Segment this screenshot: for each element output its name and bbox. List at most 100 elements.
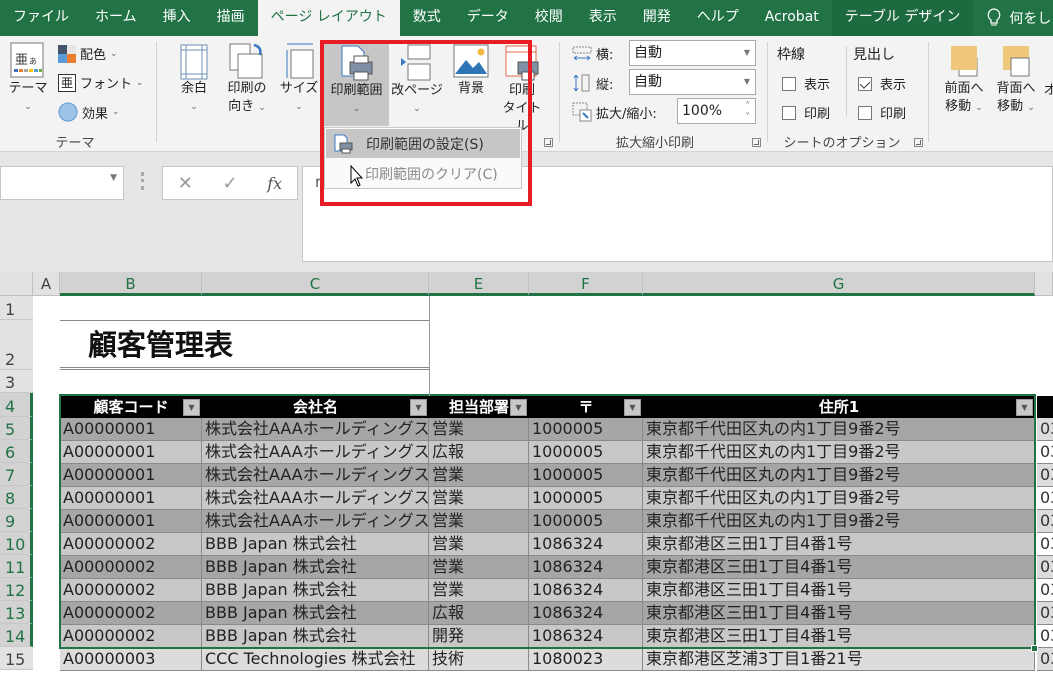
width-select[interactable]: 自動 ▼	[629, 40, 756, 66]
row-header[interactable]: 10	[0, 532, 33, 555]
orientation-button[interactable]: 印刷の 向き ⌄	[222, 42, 272, 117]
row-header[interactable]: 3	[0, 370, 33, 393]
table-cell[interactable]: BBB Japan 株式会社	[202, 533, 429, 556]
table-header-cell[interactable]: 会社名 ▼	[202, 396, 429, 419]
table-cell[interactable]: 03	[1037, 556, 1053, 579]
bring-forward-button[interactable]: 前面へ 移動 ⌄	[940, 44, 988, 117]
drag-handle-icon[interactable]	[141, 172, 144, 190]
row-header[interactable]: 1	[0, 296, 33, 320]
column-header[interactable]	[1035, 272, 1053, 296]
table-cell[interactable]: 1086324	[529, 579, 643, 602]
column-header[interactable]: A	[33, 272, 60, 296]
table-cell[interactable]: A00000001	[60, 487, 202, 510]
ribbon-tab[interactable]: 数式	[400, 0, 454, 36]
fonts-button[interactable]: 亜 フォント ⌄	[58, 73, 144, 92]
send-backward-button[interactable]: 背面へ 移動 ⌄	[992, 44, 1040, 117]
column-header[interactable]: G	[643, 272, 1035, 296]
table-cell[interactable]: 1000005	[529, 464, 643, 487]
filter-dropdown-icon[interactable]: ▼	[510, 399, 527, 416]
row-header[interactable]: 11	[0, 555, 33, 578]
ribbon-tab[interactable]: 描画	[204, 0, 258, 36]
table-cell[interactable]: 開発	[429, 625, 529, 648]
table-cell[interactable]: 1000005	[529, 510, 643, 533]
print-titles-button[interactable]: 印刷 タイトル	[498, 44, 546, 136]
table-cell[interactable]: 東京都千代田区丸の内1丁目9番2号	[643, 487, 1035, 510]
table-cell[interactable]: CCC Technologies 株式会社	[202, 648, 429, 671]
checkbox-icon[interactable]	[858, 105, 872, 120]
set-print-area-menu-item[interactable]: 印刷範囲の設定(S)	[326, 129, 520, 158]
ribbon-tab[interactable]: Acrobat	[752, 0, 832, 36]
table-cell[interactable]: 営業	[429, 464, 529, 487]
table-header-cell[interactable]: 〒 ▼	[529, 396, 643, 419]
table-cell[interactable]: 1000005	[529, 418, 643, 441]
breaks-button[interactable]: 改ページ ⌄	[390, 44, 444, 118]
table-cell[interactable]: 03	[1037, 579, 1053, 602]
margins-button[interactable]: 余白 ⌄	[172, 44, 216, 116]
row-header[interactable]: 5	[0, 417, 33, 440]
table-cell[interactable]: BBB Japan 株式会社	[202, 625, 429, 648]
themes-button[interactable]: 亜あ テーマ ⌄	[8, 42, 48, 116]
page-setup-launcher-icon[interactable]	[544, 138, 553, 147]
table-cell[interactable]: 1000005	[529, 487, 643, 510]
table-cell[interactable]: 広報	[429, 602, 529, 625]
table-cell[interactable]: 営業	[429, 418, 529, 441]
table-cell[interactable]: 営業	[429, 510, 529, 533]
table-cell[interactable]: 営業	[429, 533, 529, 556]
table-cell[interactable]: A00000001	[60, 441, 202, 464]
table-cell[interactable]: 03	[1037, 602, 1053, 625]
table-cell[interactable]: 東京都千代田区丸の内1丁目9番2号	[643, 510, 1035, 533]
ribbon-tab[interactable]: ページ レイアウト	[257, 0, 400, 36]
gridlines-print-checkbox[interactable]: 印刷	[782, 103, 830, 122]
table-cell[interactable]: 株式会社AAAホールディングス	[202, 487, 429, 510]
table-cell[interactable]: A00000002	[60, 579, 202, 602]
table-cell[interactable]: 03	[1037, 648, 1053, 671]
sheet-title[interactable]: 顧客管理表	[60, 320, 429, 370]
table-cell[interactable]: 東京都港区三田1丁目4番1号	[643, 533, 1035, 556]
row-header[interactable]: 9	[0, 509, 33, 532]
table-header-cell[interactable]: 担当部署 ▼	[429, 396, 529, 419]
table-cell[interactable]: 株式会社AAAホールディングス	[202, 441, 429, 464]
table-cell[interactable]: 1086324	[529, 625, 643, 648]
cancel-icon[interactable]: ✕	[178, 173, 193, 194]
table-cell[interactable]: 株式会社AAAホールディングス	[202, 510, 429, 533]
table-cell[interactable]: A00000003	[60, 648, 202, 671]
table-cell[interactable]: BBB Japan 株式会社	[202, 579, 429, 602]
fill-handle[interactable]	[1031, 645, 1038, 652]
table-cell[interactable]: 03	[1037, 625, 1053, 648]
column-header[interactable]: E	[429, 272, 529, 296]
table-cell[interactable]: 03	[1037, 441, 1053, 464]
column-header[interactable]: F	[529, 272, 643, 296]
row-header[interactable]: 2	[0, 320, 33, 370]
selection-pane-button-partial[interactable]: オ	[1044, 82, 1053, 100]
table-cell[interactable]: 東京都港区三田1丁目4番1号	[643, 625, 1035, 648]
name-box[interactable]: ▼	[0, 166, 124, 200]
scale-spinner[interactable]: 100% ˄ ˅	[677, 98, 756, 124]
table-cell[interactable]: 03	[1037, 510, 1053, 533]
row-header[interactable]: 15	[0, 647, 33, 670]
row-header[interactable]: 4	[0, 393, 33, 417]
table-cell[interactable]: 東京都港区三田1丁目4番1号	[643, 579, 1035, 602]
print-area-button[interactable]: 印刷範囲 ⌄	[324, 44, 389, 118]
sheet-options-launcher-icon[interactable]	[914, 138, 923, 147]
filter-dropdown-icon[interactable]: ▼	[410, 399, 427, 416]
table-cell[interactable]: 03	[1037, 487, 1053, 510]
enter-icon[interactable]: ✓	[223, 173, 238, 194]
table-cell[interactable]: 1000005	[529, 441, 643, 464]
table-cell[interactable]: A00000001	[60, 418, 202, 441]
table-cell[interactable]: A00000001	[60, 464, 202, 487]
table-cell[interactable]: 営業	[429, 579, 529, 602]
size-button[interactable]: サイズ ⌄	[278, 42, 320, 116]
table-cell[interactable]: 株式会社AAAホールディングス	[202, 464, 429, 487]
checkbox-icon[interactable]	[782, 76, 796, 91]
table-cell[interactable]: 営業	[429, 556, 529, 579]
column-header[interactable]: C	[202, 272, 429, 296]
table-cell[interactable]: 技術	[429, 648, 529, 671]
select-all-corner[interactable]	[0, 272, 33, 296]
table-cell[interactable]: A00000002	[60, 556, 202, 579]
scale-launcher-icon[interactable]	[752, 138, 761, 147]
ribbon-tab[interactable]: 校閲	[522, 0, 576, 36]
row-header[interactable]: 8	[0, 486, 33, 509]
table-cell[interactable]: 1086324	[529, 556, 643, 579]
column-header[interactable]: B	[60, 272, 202, 296]
row-header[interactable]: 12	[0, 578, 33, 601]
